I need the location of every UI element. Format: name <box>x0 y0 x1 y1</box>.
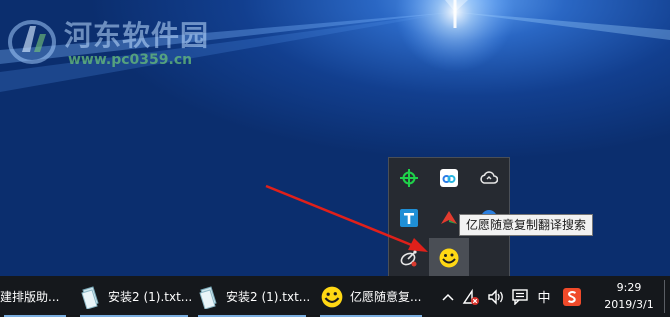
tray-network-button[interactable] <box>460 276 482 317</box>
red-arrow-app-icon <box>441 211 457 224</box>
tray-flyout-baidu-netdisk[interactable] <box>429 158 469 198</box>
taskbar-clock[interactable]: 9:29 2019/3/1 <box>596 279 662 313</box>
tray-ime-button[interactable]: 中 <box>532 276 556 317</box>
text-file-icon <box>199 285 217 309</box>
taskbar-app-label: 安装2 (1).txt... <box>226 290 310 304</box>
show-desktop-button[interactable] <box>664 280 665 313</box>
tray-tooltip: 亿愿随意复制翻译搜索 <box>459 214 594 236</box>
tray-chevron-button[interactable] <box>438 276 458 317</box>
tray-volume-button[interactable] <box>484 276 508 317</box>
tray-action-center-button[interactable] <box>508 276 532 317</box>
watermark-url: www.pc0359.cn <box>68 52 193 68</box>
action-center-icon <box>512 288 528 305</box>
desktop[interactable]: 河东软件园 www.pc0359.cn 亿愿随意复制翻译搜索 <box>0 0 670 276</box>
network-error-icon <box>462 288 479 305</box>
cloud-sync-icon <box>480 171 498 184</box>
tray-sogou-button[interactable] <box>558 276 586 317</box>
taskbar-app-layout-helper[interactable]: 建排版助... <box>0 276 70 317</box>
tray-flyout-translator[interactable] <box>429 238 469 276</box>
watermark: 河东软件园 www.pc0359.cn <box>6 12 236 72</box>
text-tool-icon <box>400 209 418 227</box>
crosshair-icon <box>400 169 418 187</box>
watermark-logo-icon <box>8 20 56 64</box>
clock-date: 2019/3/1 <box>604 298 654 311</box>
watermark-title: 河东软件园 <box>64 19 210 52</box>
text-file-icon <box>81 285 99 309</box>
chevron-up-icon <box>442 293 454 301</box>
clock-time: 9:29 <box>616 281 642 294</box>
tray-flyout-text-tool[interactable] <box>389 198 429 238</box>
satellite-icon <box>400 250 417 267</box>
taskbar-app-txt-2[interactable]: 安装2 (1).txt... <box>194 276 310 317</box>
tray-flyout-cloud-sync[interactable] <box>469 158 509 198</box>
translator-icon <box>439 248 459 268</box>
taskbar-app-txt-1[interactable]: 安装2 (1).txt... <box>76 276 192 317</box>
taskbar-app-label: 亿愿随意复... <box>350 290 422 304</box>
taskbar: 建排版助... 安装2 (1).txt... 安装2 (1).txt... 亿愿… <box>0 276 670 317</box>
taskbar-app-translator[interactable]: 亿愿随意复... <box>316 276 426 317</box>
taskbar-app-label: 建排版助... <box>0 290 60 304</box>
translator-icon <box>321 286 343 307</box>
volume-icon <box>488 288 503 305</box>
taskbar-app-label: 安装2 (1).txt... <box>108 290 192 304</box>
tray-flyout-crosshair[interactable] <box>389 158 429 198</box>
baidu-netdisk-icon <box>440 169 458 187</box>
sogou-icon <box>563 287 581 306</box>
tray-flyout-satellite[interactable] <box>389 238 429 276</box>
